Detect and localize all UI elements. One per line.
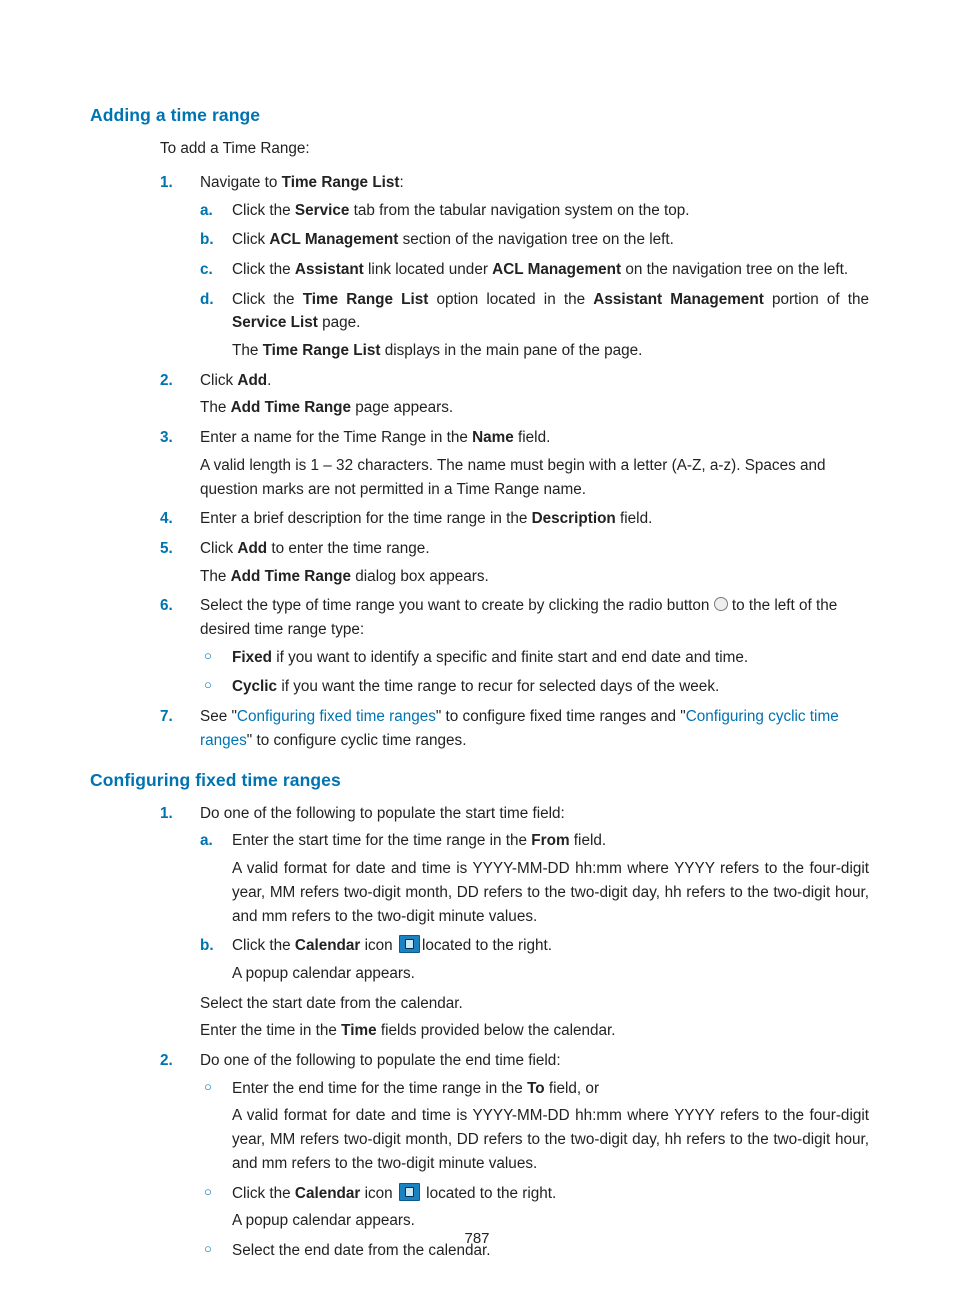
procedure-configuring-fixed: 1. Do one of the following to populate t… [160, 802, 869, 1263]
step-4: 4. Enter a brief description for the tim… [160, 507, 869, 531]
step-5: 5. Click Add to enter the time range. Th… [160, 537, 869, 588]
page: Adding a time range To add a Time Range:… [0, 0, 954, 1296]
radio-icon [714, 597, 728, 611]
step-1: 1. Navigate to Time Range List: a. Click… [160, 171, 869, 363]
calendar-icon [399, 1183, 420, 1201]
link-fixed-time-ranges[interactable]: Configuring fixed time ranges [237, 708, 436, 725]
step-7: 7. See "Configuring fixed time ranges" t… [160, 705, 869, 752]
fixed-step2-b: ○ Click the Calendar icon located to the… [200, 1182, 869, 1233]
option-cyclic: ○ Cyclic if you want the time range to r… [200, 675, 869, 699]
option-fixed: ○ Fixed if you want to identify a specif… [200, 646, 869, 670]
substep-1a: a. Click the Service tab from the tabula… [200, 199, 869, 223]
fixed-substep-1b: b. Click the Calendar icon located to th… [200, 934, 869, 985]
step-6: 6. Select the type of time range you wan… [160, 594, 869, 699]
procedure-adding-time-range: 1. Navigate to Time Range List: a. Click… [160, 171, 869, 753]
time-range-types: ○ Fixed if you want to identify a specif… [200, 646, 869, 699]
step-2: 2. Click Add. The Add Time Range page ap… [160, 369, 869, 420]
fixed-substeps-1: a. Enter the start time for the time ran… [200, 829, 869, 985]
heading-configuring-fixed: Configuring fixed time ranges [90, 767, 869, 794]
fixed-step2-a: ○ Enter the end time for the time range … [200, 1077, 869, 1176]
substep-1c: c. Click the Assistant link located unde… [200, 258, 869, 282]
fixed-step-1: 1. Do one of the following to populate t… [160, 802, 869, 1043]
page-number: 787 [0, 1227, 954, 1250]
step-3: 3. Enter a name for the Time Range in th… [160, 426, 869, 501]
calendar-icon [399, 935, 420, 953]
substeps-1: a. Click the Service tab from the tabula… [200, 199, 869, 363]
fixed-substep-1a: a. Enter the start time for the time ran… [200, 829, 869, 928]
intro-text: To add a Time Range: [160, 137, 869, 161]
heading-adding-time-range: Adding a time range [90, 102, 869, 129]
substep-1d: d. Click the Time Range List option loca… [200, 288, 869, 363]
substep-1b: b. Click ACL Management section of the n… [200, 228, 869, 252]
